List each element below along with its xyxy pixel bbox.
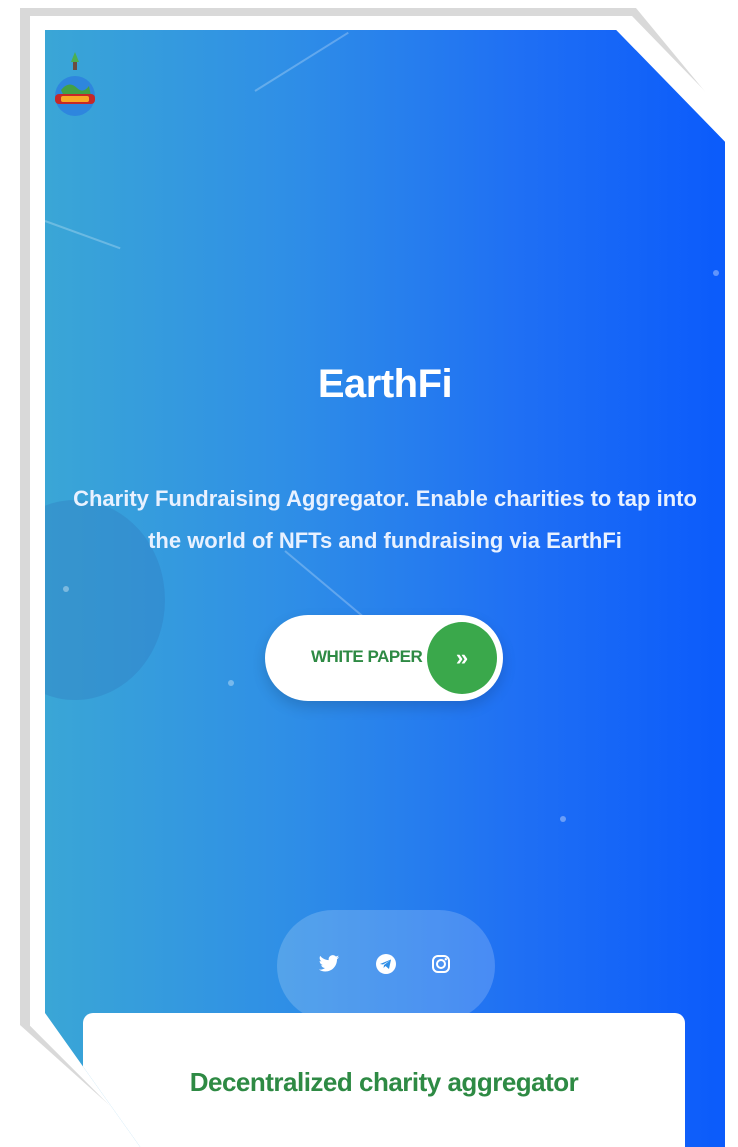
white-paper-button[interactable]: WHITE PAPER » [265,615,503,701]
white-paper-label: WHITE PAPER [311,647,423,666]
social-links [277,910,495,1022]
decorative-dot [560,816,566,822]
telegram-icon[interactable] [372,950,400,978]
page: EarthFi Charity Fundraising Aggregator. … [0,0,738,1147]
decorative-streak [254,31,349,92]
hero-subtitle: Charity Fundraising Aggregator. Enable c… [73,486,697,553]
earth-globe-logo[interactable] [51,50,99,126]
feature-card: Decentralized charity aggregator [83,1013,685,1147]
decorative-streak [45,220,121,250]
double-chevron-right-icon: » [427,622,497,694]
hero-title: EarthFi [317,362,453,406]
card-title: Decentralized charity aggregator [189,1067,579,1097]
hero-section: EarthFi Charity Fundraising Aggregator. … [45,30,725,1147]
decorative-dot [713,270,719,276]
twitter-icon[interactable] [315,950,343,978]
decorative-dot [228,680,234,686]
decorative-dot [63,586,69,592]
logo-icon [55,52,95,116]
instagram-icon[interactable] [427,950,455,978]
